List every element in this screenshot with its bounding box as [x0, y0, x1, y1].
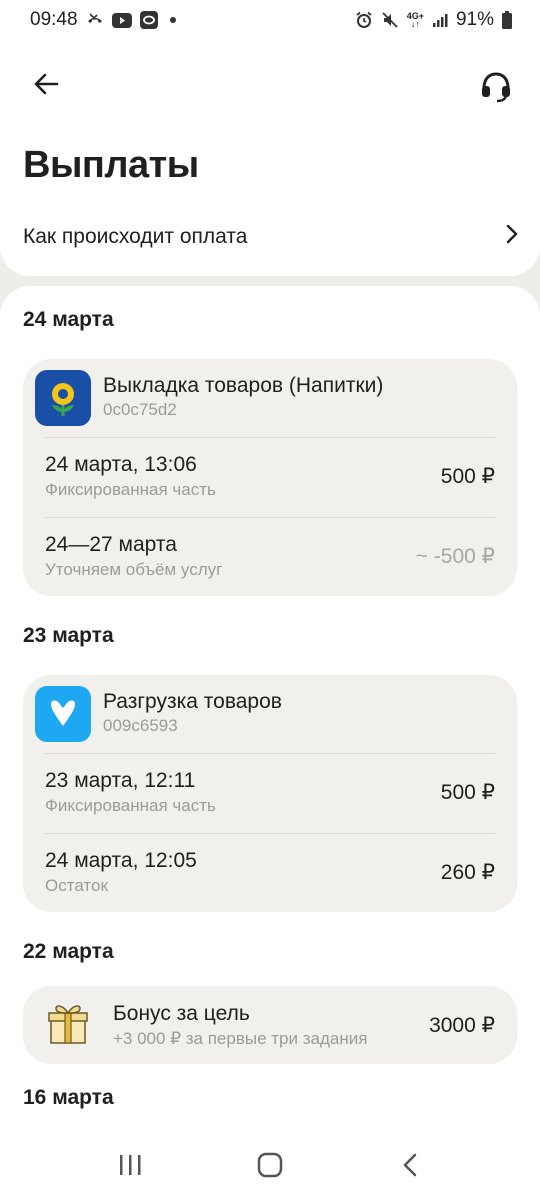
nav-back-button[interactable]: [380, 1142, 440, 1192]
status-bar-right: 4G+ ↓↑ 91%: [355, 9, 512, 31]
divider: [45, 437, 495, 438]
missed-call-icon: [86, 12, 104, 28]
network-icon: 4G+ ↓↑: [406, 11, 424, 29]
payment-row: 24—27 марта Уточняем объём услуг ~ -500 …: [45, 533, 495, 580]
task-id: 009c6593: [103, 716, 178, 735]
task-header: Выкладка товаров (Напитки) 0c0c75d2: [35, 370, 383, 426]
heart-icon: [35, 686, 91, 742]
payment-date: 24—27 марта: [45, 533, 177, 556]
header-card: Выплаты Как происходит оплата: [0, 40, 540, 276]
status-time: 09:48: [30, 9, 78, 30]
bonus-title: Бонус за цель: [113, 1001, 250, 1025]
app-icon: [139, 11, 158, 29]
back-icon: [402, 1153, 418, 1182]
date-header: 23 марта: [23, 624, 114, 647]
payment-row: 23 марта, 12:11 Фиксированная часть 500 …: [45, 769, 495, 816]
divider: [45, 833, 495, 834]
headset-icon: [479, 69, 513, 108]
youtube-icon: [111, 12, 132, 28]
page-title: Выплаты: [23, 144, 199, 186]
date-header: 16 марта: [23, 1086, 114, 1109]
divider: [45, 517, 495, 518]
how-payment-row[interactable]: Как происходит оплата: [0, 208, 540, 266]
divider: [45, 753, 495, 754]
payment-date: 24 марта, 13:06: [45, 453, 197, 476]
payouts-list: 24 марта Выкладка товаров (Напитки) 0c0c…: [0, 286, 540, 1200]
system-nav-bar: [0, 1134, 540, 1200]
payment-row: 24 марта, 13:06 Фиксированная часть 500 …: [45, 453, 495, 500]
payment-date: 24 марта, 12:05: [45, 849, 197, 872]
payment-description: Уточняем объём услуг: [45, 560, 223, 579]
recents-icon: [118, 1154, 142, 1181]
task-card[interactable]: Разгрузка товаров 009c6593 23 марта, 12:…: [23, 675, 517, 912]
payment-amount: 260 ₽: [440, 861, 495, 884]
task-header: Разгрузка товаров 009c6593: [35, 686, 282, 742]
back-button[interactable]: [28, 68, 64, 104]
dot-icon: [169, 17, 176, 23]
payment-amount: 500 ₽: [440, 781, 495, 804]
sunflower-icon: [35, 370, 91, 426]
task-id: 0c0c75d2: [103, 400, 177, 419]
signal-icon: [432, 12, 448, 28]
arrow-left-icon: [33, 72, 59, 101]
task-name: Выкладка товаров (Напитки): [103, 374, 384, 397]
task-card[interactable]: Выкладка товаров (Напитки) 0c0c75d2 24 м…: [23, 359, 517, 596]
payment-row: 24 марта, 12:05 Остаток 260 ₽: [45, 849, 495, 896]
battery-icon: [502, 11, 512, 29]
bonus-subtitle: +3 000 ₽ за первые три задания: [113, 1028, 368, 1048]
chevron-right-icon: [506, 224, 518, 250]
payment-description: Фиксированная часть: [45, 796, 216, 815]
alarm-icon: [355, 11, 373, 29]
how-payment-label: Как происходит оплата: [23, 225, 248, 248]
payment-date: 23 марта, 12:11: [45, 769, 196, 792]
support-button[interactable]: [476, 68, 516, 108]
home-button[interactable]: [240, 1142, 300, 1192]
status-bar-left: 09:48: [30, 9, 176, 31]
payment-description: Остаток: [45, 876, 108, 895]
payment-amount: ~ -500 ₽: [415, 545, 495, 568]
status-bar: 09:48 4G+ ↓↑ 91%: [0, 0, 540, 40]
gift-icon: [47, 1001, 89, 1050]
home-icon: [257, 1152, 283, 1183]
task-name: Разгрузка товаров: [103, 690, 282, 713]
payment-description: Фиксированная часть: [45, 480, 216, 499]
date-header: 24 марта: [23, 308, 114, 331]
payment-amount: 500 ₽: [440, 465, 495, 488]
battery-percent: 91%: [455, 9, 494, 30]
mute-icon: [381, 11, 399, 29]
bonus-amount: 3000 ₽: [429, 1013, 495, 1037]
recents-button[interactable]: [100, 1142, 160, 1192]
bonus-card[interactable]: Бонус за цель +3 000 ₽ за первые три зад…: [23, 986, 517, 1064]
date-header: 22 марта: [23, 940, 114, 963]
